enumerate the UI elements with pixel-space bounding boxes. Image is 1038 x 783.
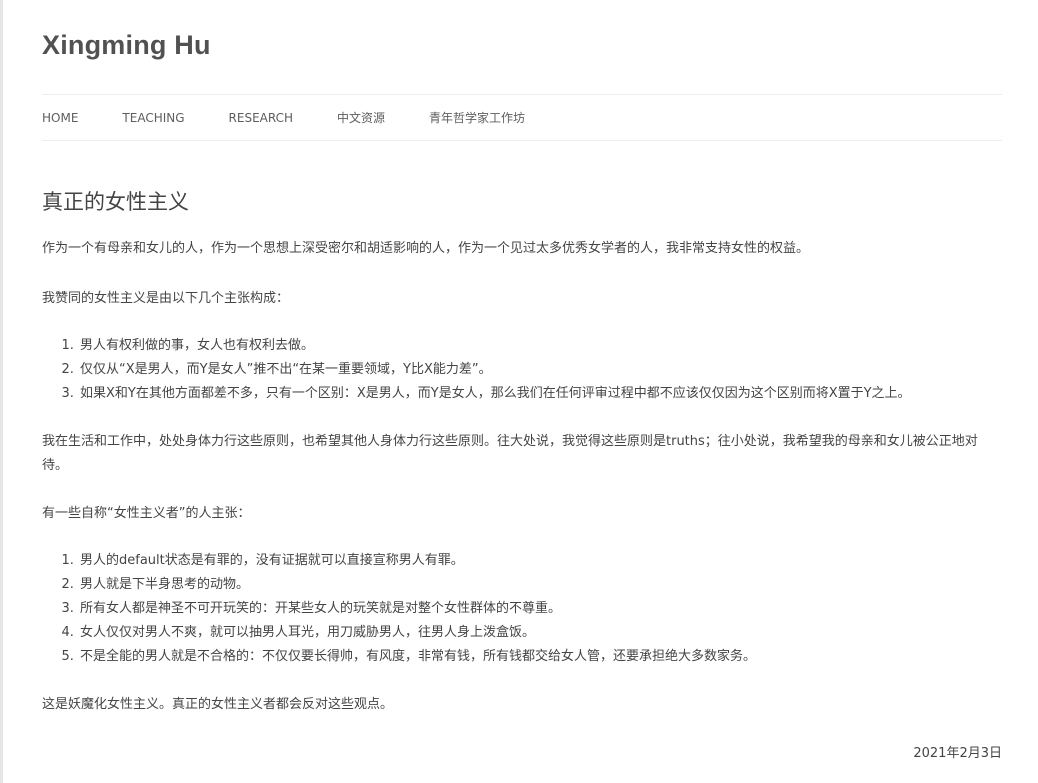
list-item: 男人就是下半身思考的动物。	[78, 573, 756, 597]
nav-item-research[interactable]: RESEARCH	[229, 111, 293, 125]
list-item: 仅仅从“X是男人，而Y是女人”推不出“在某一重要领域，Y比X能力差”。	[78, 358, 911, 382]
post-intro-paragraph: 作为一个有母亲和女儿的人，作为一个思想上深受密尔和胡适影响的人，作为一个见过太多…	[42, 241, 810, 256]
nav-item-chinese-resources[interactable]: 中文资源	[337, 109, 385, 126]
list-item: 如果X和Y在其他方面都差不多，只有一个区别：X是男人，而Y是女人，那么我们在任何…	[78, 382, 911, 406]
list-item: 男人的default状态是有罪的，没有证据就可以直接宣称男人有罪。	[78, 549, 756, 573]
list-item: 所有女人都是神圣不可开玩笑的：开某些女人的玩笑就是对整个女性群体的不尊重。	[78, 597, 756, 621]
post-article: 真正的女性主义 作为一个有母亲和女儿的人，作为一个思想上深受密尔和胡适影响的人，…	[42, 188, 1002, 761]
post-title: 真正的女性主义	[42, 190, 189, 214]
list-item: 不是全能的男人就是不合格的：不仅仅要长得帅，有风度，非常有钱，所有钱都交给女人管…	[78, 645, 756, 669]
main-navigation: HOME TEACHING RESEARCH 中文资源 青年哲学家工作坊	[42, 94, 1002, 141]
post-others-lead: 有一些自称“女性主义者”的人主张：	[42, 506, 251, 521]
site-title[interactable]: Xingming Hu	[42, 30, 211, 61]
post-conclusion: 这是妖魔化女性主义。真正的女性主义者都会反对这些观点。	[42, 697, 394, 712]
nav-item-young-philosophers-workshop[interactable]: 青年哲学家工作坊	[429, 109, 525, 126]
post-agree-lead: 我赞同的女性主义是由以下几个主张构成：	[42, 291, 290, 306]
post-practice-paragraph: 我在生活和工作中，处处身体力行这些原则，也希望其他人身体力行这些原则。往大处说，…	[42, 434, 978, 473]
page-left-border	[0, 0, 3, 783]
nav-item-home[interactable]: HOME	[42, 111, 78, 125]
list-item: 女人仅仅对男人不爽，就可以抽男人耳光，用刀威胁男人，往男人身上泼盒饭。	[78, 621, 756, 645]
nav-item-teaching[interactable]: TEACHING	[122, 111, 184, 125]
others-claims-list: 男人的default状态是有罪的，没有证据就可以直接宣称男人有罪。 男人就是下半…	[42, 549, 756, 669]
agree-principles-list: 男人有权利做的事，女人也有权利去做。 仅仅从“X是男人，而Y是女人”推不出“在某…	[42, 334, 911, 406]
list-item: 男人有权利做的事，女人也有权利去做。	[78, 334, 911, 358]
post-date[interactable]: 2021年2月3日	[913, 742, 1002, 761]
